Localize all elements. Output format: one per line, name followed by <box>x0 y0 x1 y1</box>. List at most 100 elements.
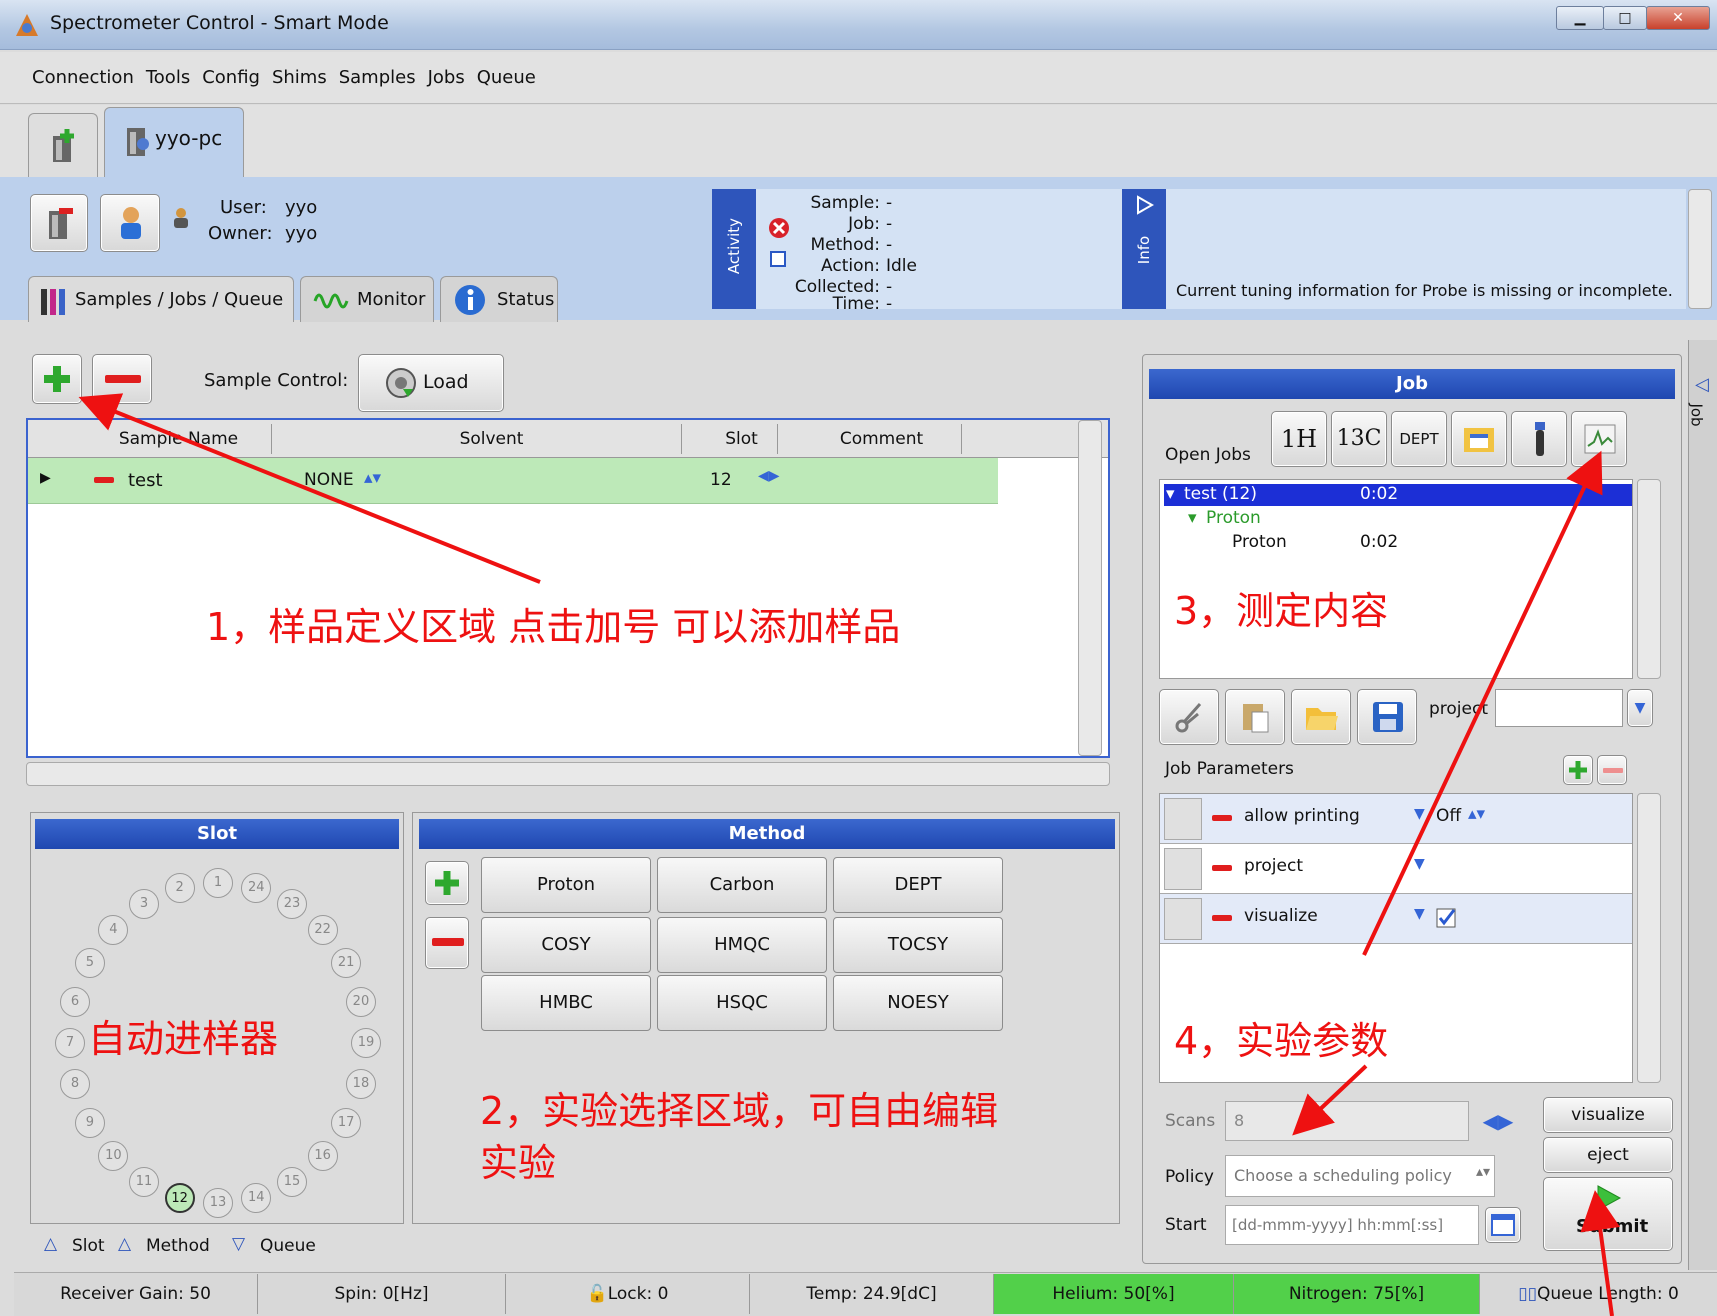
slot-arrows-icon[interactable]: ◀▶ <box>758 468 780 484</box>
remove-param-button[interactable] <box>1597 755 1627 785</box>
param-row-header[interactable] <box>1164 798 1202 840</box>
slot-17[interactable]: 17 <box>331 1108 362 1138</box>
tab-monitor[interactable]: Monitor <box>300 276 434 322</box>
tab-status[interactable]: Status <box>440 276 558 322</box>
submit-button[interactable]: Submit <box>1543 1177 1673 1251</box>
param-row-header[interactable] <box>1164 898 1202 940</box>
param-value[interactable]: Off <box>1436 806 1461 826</box>
add-param-button[interactable] <box>1563 755 1593 785</box>
row-slot[interactable]: 12 <box>710 470 732 490</box>
menu-samples[interactable]: Samples <box>333 52 422 104</box>
slot-10[interactable]: 10 <box>98 1141 129 1172</box>
params-scrollbar[interactable] <box>1637 793 1661 1083</box>
method-tree-label[interactable]: Proton <box>1206 508 1261 528</box>
header-sample-name[interactable]: Sample Name <box>86 424 272 454</box>
slot-12[interactable]: 12 <box>164 1182 195 1213</box>
slot-22[interactable]: 22 <box>307 914 338 945</box>
slot-7[interactable]: 7 <box>55 1028 85 1058</box>
slot-24[interactable]: 24 <box>241 873 272 904</box>
slot-21[interactable]: 21 <box>331 948 362 978</box>
table-hscroll[interactable] <box>26 762 1110 786</box>
slot-11[interactable]: 11 <box>129 1166 159 1197</box>
add-method-button[interactable] <box>425 861 469 905</box>
slot-2[interactable]: 2 <box>164 873 195 904</box>
bottom-tab-slot[interactable]: Slot <box>72 1236 105 1256</box>
add-host-tab[interactable] <box>28 113 98 177</box>
new-dept-job-button[interactable]: DEPT <box>1391 411 1447 467</box>
param-row[interactable]: allow printing ▼ Off ▴▾ <box>1160 794 1632 844</box>
param-row[interactable]: visualize ▼ <box>1160 894 1632 944</box>
slot-4[interactable]: 4 <box>98 914 129 945</box>
tree-expand-icon[interactable]: ▾ <box>1188 508 1197 528</box>
method-hsqc-button[interactable]: HSQC <box>657 975 827 1031</box>
param-remove-icon[interactable] <box>1212 858 1232 878</box>
add-sample-button[interactable] <box>32 354 82 404</box>
policy-select[interactable]: Choose a scheduling policy ▴▾ <box>1225 1155 1495 1197</box>
remove-sample-button[interactable] <box>92 354 152 404</box>
minimize-button[interactable]: ▁ <box>1556 6 1604 30</box>
menu-shims[interactable]: Shims <box>266 52 333 104</box>
menu-tools[interactable]: Tools <box>140 52 196 104</box>
job-tree-row[interactable]: ▾ test (12) 0:02 <box>1164 484 1632 506</box>
bottom-tab-queue[interactable]: Queue <box>260 1236 316 1256</box>
param-row-header[interactable] <box>1164 848 1202 890</box>
header-slot[interactable]: Slot <box>706 424 778 454</box>
disconnect-button[interactable] <box>30 194 88 252</box>
experiment-tree-label[interactable]: Proton <box>1232 532 1287 552</box>
param-dropdown-icon[interactable]: ▼ <box>1414 906 1425 922</box>
param-remove-icon[interactable] <box>1212 908 1232 928</box>
solvent-spinner-icon[interactable]: ▴▾ <box>364 468 381 488</box>
slot-20[interactable]: 20 <box>345 986 376 1017</box>
slot-1[interactable]: 1 <box>203 868 233 898</box>
table-vscroll[interactable] <box>1078 420 1102 756</box>
param-spinner-icon[interactable]: ▴▾ <box>1468 804 1485 824</box>
method-tocsy-button[interactable]: TOCSY <box>833 917 1003 973</box>
job-tube-button[interactable] <box>1511 411 1567 467</box>
method-proton-button[interactable]: Proton <box>481 857 651 913</box>
menu-connection[interactable]: Connection <box>26 52 140 104</box>
eject-button[interactable]: eject <box>1543 1137 1673 1173</box>
maximize-button[interactable]: □ <box>1603 6 1647 30</box>
method-dept-button[interactable]: DEPT <box>833 857 1003 913</box>
slot-14[interactable]: 14 <box>241 1182 272 1213</box>
job-side-strip[interactable]: ◁ Job <box>1688 340 1717 1270</box>
tab-samples-jobs-queue[interactable]: Samples / Jobs / Queue <box>28 276 294 322</box>
slot-23[interactable]: 23 <box>277 889 307 920</box>
calendar-button[interactable] <box>1485 1207 1521 1243</box>
scans-input[interactable]: 8 <box>1225 1101 1469 1141</box>
slot-18[interactable]: 18 <box>345 1069 376 1100</box>
open-button[interactable] <box>1291 689 1351 745</box>
remove-method-button[interactable] <box>425 917 469 969</box>
visualize-button[interactable]: visualize <box>1543 1097 1673 1133</box>
menu-jobs[interactable]: Jobs <box>422 52 471 104</box>
paste-button[interactable] <box>1225 689 1285 745</box>
tree-expand-icon[interactable]: ▾ <box>1166 484 1175 504</box>
slot-15[interactable]: 15 <box>277 1166 307 1197</box>
load-button[interactable]: Load <box>358 354 504 412</box>
slot-19[interactable]: 19 <box>351 1028 381 1058</box>
row-solvent[interactable]: NONE <box>304 470 354 490</box>
slot-8[interactable]: 8 <box>60 1069 91 1100</box>
param-dropdown-icon[interactable]: ▼ <box>1414 806 1425 822</box>
job-tree-scrollbar[interactable] <box>1637 479 1661 679</box>
slot-6[interactable]: 6 <box>60 986 91 1017</box>
row-remove-icon[interactable] <box>94 470 114 490</box>
row-sample-name[interactable]: test <box>128 470 163 491</box>
param-dropdown-icon[interactable]: ▼ <box>1414 856 1425 872</box>
bottom-tab-method[interactable]: Method <box>146 1236 210 1256</box>
user-button[interactable] <box>100 194 160 252</box>
method-cosy-button[interactable]: COSY <box>481 917 651 973</box>
slot-13[interactable]: 13 <box>203 1188 233 1218</box>
project-dropdown-icon[interactable]: ▼ <box>1627 689 1653 727</box>
new-13c-job-button[interactable]: 13C <box>1331 411 1387 467</box>
method-noesy-button[interactable]: NOESY <box>833 975 1003 1031</box>
slot-5[interactable]: 5 <box>74 948 105 978</box>
method-hmqc-button[interactable]: HMQC <box>657 917 827 973</box>
param-remove-icon[interactable] <box>1212 808 1232 828</box>
visualize-job-button[interactable] <box>1571 411 1627 467</box>
scans-stepper-icon[interactable]: ◀▶ <box>1473 1101 1523 1141</box>
info-strip[interactable]: Info <box>1122 189 1166 309</box>
tab-host-yyo-pc[interactable]: yyo-pc <box>104 107 244 179</box>
table-row[interactable]: ▶ test NONE ▴▾ 12 ◀▶ <box>28 458 998 504</box>
menu-config[interactable]: Config <box>196 52 266 104</box>
